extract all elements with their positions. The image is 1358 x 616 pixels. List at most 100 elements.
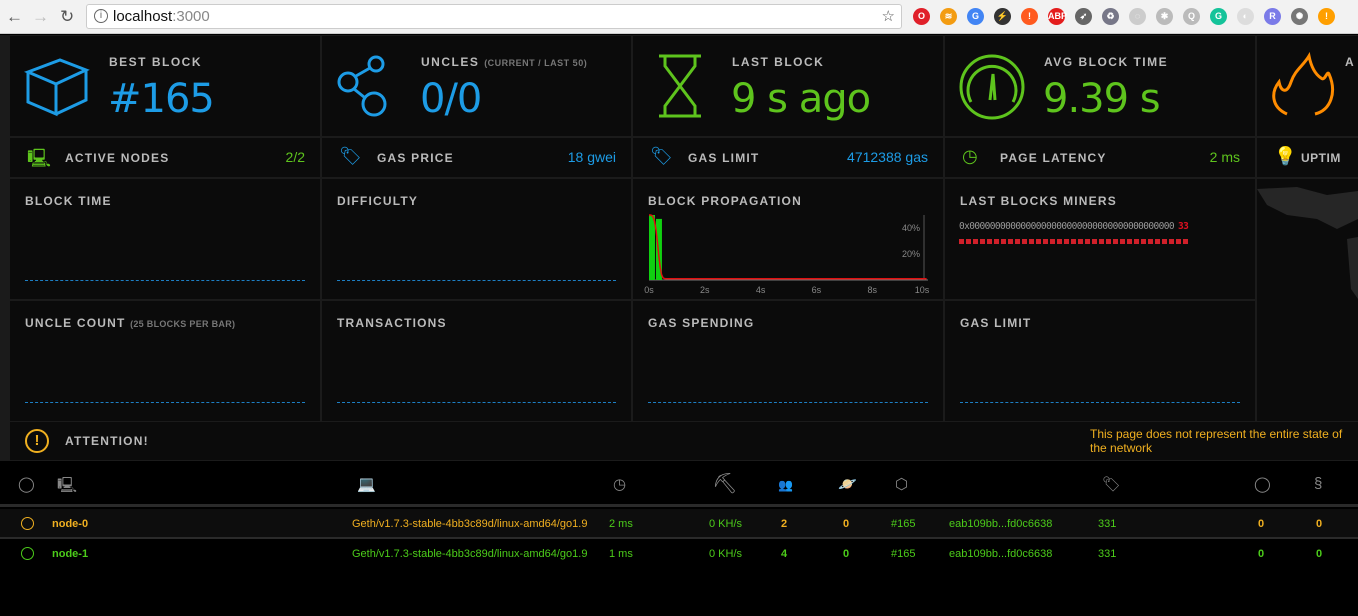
stat-value: 9.39 s [1043, 76, 1161, 122]
miner-block [1015, 239, 1020, 244]
planet-icon[interactable]: 🪐 [838, 475, 857, 493]
miner-block [1134, 239, 1139, 244]
row-uptim: 💡 UPTIM [1257, 138, 1358, 177]
chart-gas-spending: GAS SPENDING [633, 301, 943, 421]
puzzle-icon[interactable]: ✱ [1156, 8, 1173, 25]
gauge-icon [957, 52, 1027, 127]
row-label: UPTIM [1301, 151, 1341, 165]
chart-title: LAST BLOCKS MINERS [960, 194, 1117, 208]
laptop-icon[interactable]: 💻 [357, 475, 376, 493]
row-value: 18 gwei [567, 149, 616, 165]
check-circle-icon[interactable]: ◯ [1254, 475, 1271, 493]
pickaxe-icon[interactable]: ⛏ [712, 471, 737, 496]
node-peers: 4 [781, 548, 788, 560]
rss-icon[interactable]: ≋ [940, 8, 957, 25]
alert-icon[interactable]: ! [1021, 8, 1038, 25]
propagation-svg: 0s 2s 4s 6s 8s 10s 40% 20% [644, 214, 930, 295]
status-circle-icon [21, 547, 34, 560]
miner-block [959, 239, 964, 244]
reload-button[interactable]: ↻ [60, 7, 74, 27]
miner-block [1106, 239, 1111, 244]
translate-icon[interactable]: G [967, 8, 984, 25]
stat-sublabel: (CURRENT / LAST 50) [484, 58, 588, 68]
miner-block [1043, 239, 1048, 244]
r-icon[interactable]: R [1264, 8, 1281, 25]
node-name: node-0 [52, 518, 89, 530]
row-label: GAS PRICE [377, 151, 454, 165]
node-latency: 1 ms [609, 548, 633, 560]
stat-label-text: UNCLES [421, 55, 480, 69]
chart-uncle-count: UNCLE COUNT (25 BLOCKS PER BAR) [10, 301, 320, 421]
back-button[interactable]: ← [6, 7, 23, 27]
opera-icon[interactable]: O [913, 8, 930, 25]
stat-label-text: BEST BLOCK [109, 55, 202, 69]
tag-icon[interactable]: 🏷 [1102, 475, 1121, 493]
search-ext-icon[interactable]: Q [1183, 8, 1200, 25]
stat-cube: BEST BLOCK #165 [10, 36, 320, 136]
attention-label: ATTENTION! [65, 434, 149, 448]
world-map [1257, 187, 1358, 299]
chart-title: TRANSACTIONS [337, 316, 447, 330]
globe-icon[interactable]: ✺ [1291, 8, 1308, 25]
chart-baseline [337, 280, 616, 281]
stat-label: AVG BLOCK TIME [1044, 55, 1168, 69]
chart-title: GAS LIMIT [960, 316, 1031, 330]
node-hash: eab109bb...fd0c6638 [949, 548, 1053, 560]
stat-label: A [1345, 55, 1355, 69]
node-name: node-1 [52, 548, 89, 560]
table-row[interactable]: node-0 Geth/v1.7.3-stable-4bb3c89d/linux-… [0, 509, 1358, 539]
chart-title: DIFFICULTY [337, 194, 418, 208]
node-hashrate: 0 KH/s [709, 518, 743, 530]
chart-difficulty: DIFFICULTY [322, 179, 631, 299]
hourglass-icon [645, 52, 715, 127]
grammarly-icon[interactable]: G [1210, 8, 1227, 25]
node-pending: 0 [843, 548, 850, 560]
node-latency: 2 ms [609, 518, 633, 530]
adblock-icon[interactable]: ABP [1048, 8, 1067, 25]
miner-block [973, 239, 978, 244]
chart-title-text: TRANSACTIONS [337, 316, 447, 330]
attention-message: This page does not represent the entire … [1090, 427, 1343, 455]
peers-icon[interactable]: 👥 [778, 478, 793, 492]
miner-block [1078, 239, 1083, 244]
stat-label-text: A [1345, 55, 1356, 69]
address-bar[interactable]: i localhost:3000 ☆ [86, 4, 902, 29]
node-difficulty: 331 [1098, 548, 1117, 560]
chart-baseline [25, 402, 305, 403]
recycle-icon[interactable]: ♻ [1102, 8, 1119, 25]
chart-transactions: TRANSACTIONS [322, 301, 631, 421]
uncles-icon[interactable]: § [1314, 475, 1322, 492]
stat-uncles: UNCLES (CURRENT / LAST 50) 0/0 [322, 36, 631, 136]
timer-icon: ◷ [962, 146, 978, 166]
chart-title-text: GAS SPENDING [648, 316, 755, 330]
miner-block [1120, 239, 1125, 244]
rocket-icon[interactable]: ➶ [1075, 8, 1092, 25]
url-host: localhost [113, 8, 173, 25]
node-difficulty: 331 [1098, 518, 1117, 530]
chart-baseline [960, 402, 1240, 403]
dashboard: BEST BLOCK #165 UNCLES (CURRENT / LAST 50… [0, 35, 1358, 461]
chart-baseline [25, 280, 305, 281]
check-circle-icon[interactable]: ◯ [18, 475, 35, 493]
table-row[interactable]: node-1 Geth/v1.7.3-stable-4bb3c89d/linux-… [0, 539, 1358, 569]
bookmark-star-icon[interactable]: ☆ [882, 7, 895, 25]
bolt-icon[interactable]: ⚡ [994, 8, 1011, 25]
cube-icon [22, 52, 92, 127]
shield-icon[interactable]: ◌ [1129, 8, 1146, 25]
x-tick-label: 6s [812, 285, 822, 295]
cube-icon[interactable]: ⬡ [895, 475, 908, 493]
stat-label-text: LAST BLOCK [732, 55, 825, 69]
chart-last-blocks-miners: LAST BLOCKS MINERS 0x00000000000000000000… [945, 179, 1255, 299]
miner-block [1099, 239, 1104, 244]
timer-icon[interactable]: ◷ [613, 475, 626, 493]
miner-block [1001, 239, 1006, 244]
warning-icon[interactable]: ! [1318, 8, 1335, 25]
miner-row: 0x00000000000000000000000000000000000000… [959, 221, 1189, 232]
loop-icon[interactable]: ◐ [1237, 8, 1254, 25]
forward-button[interactable]: → [32, 7, 49, 27]
info-icon[interactable]: i [94, 9, 108, 23]
miner-block [994, 239, 999, 244]
row-label: GAS LIMIT [688, 151, 760, 165]
node-icon[interactable]: 🖳 [57, 475, 77, 500]
stat-value: 0/0 [420, 76, 482, 122]
